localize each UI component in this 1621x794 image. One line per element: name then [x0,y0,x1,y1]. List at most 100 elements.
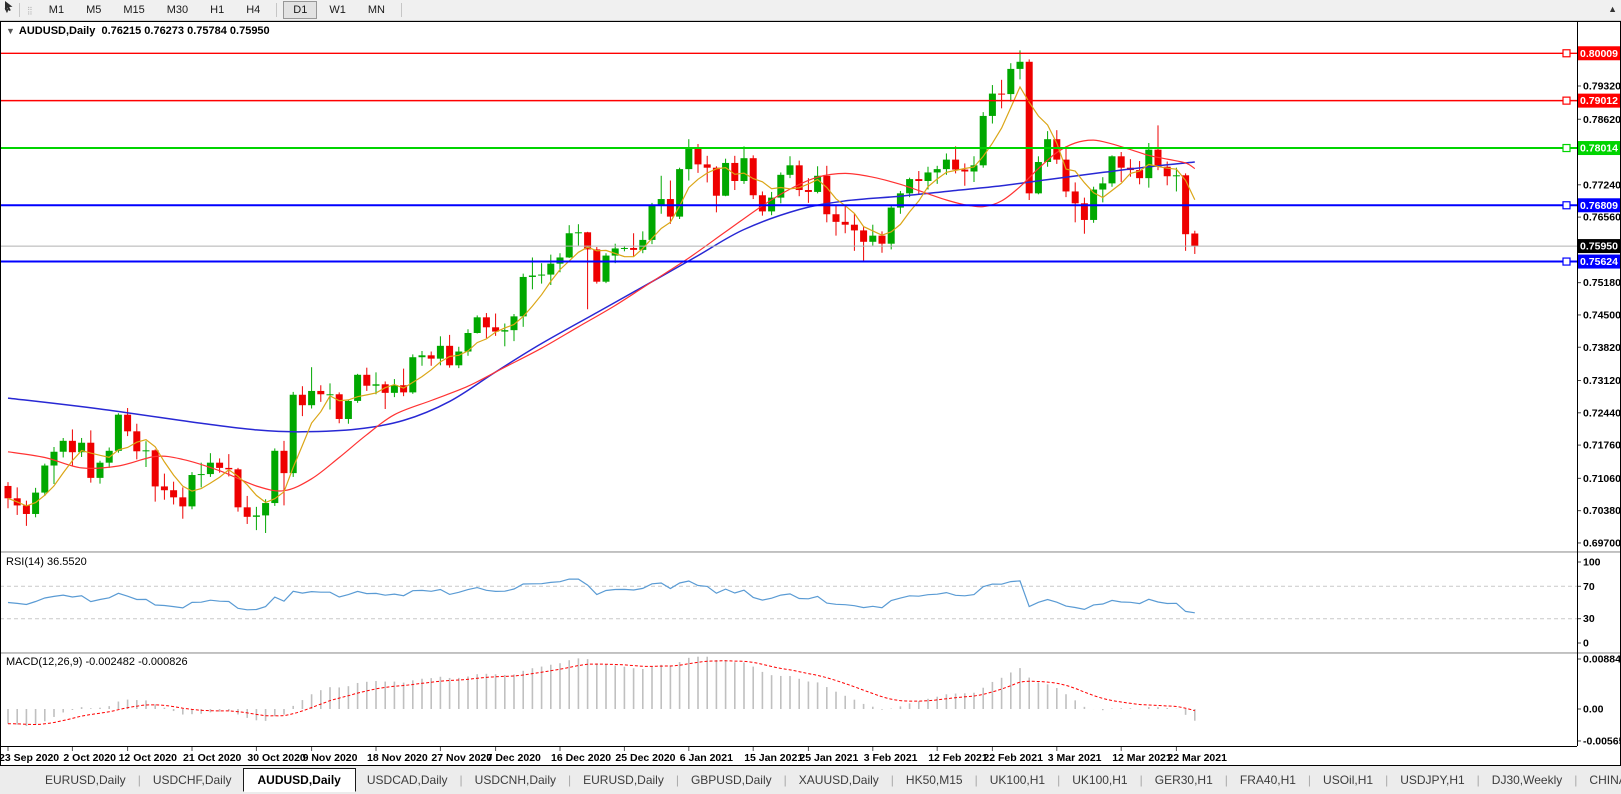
time-axis-label: 7 Dec 2020 [487,752,541,764]
collapse-chart-icon[interactable]: ▼ [6,26,15,36]
candle-body [758,195,766,212]
candle-body [409,357,417,393]
price-level-tag: 0.76809 [1577,198,1621,213]
candle-body [124,414,132,432]
line-anchor-handle[interactable] [1562,49,1571,58]
candle-body [538,274,546,276]
tab-separator: | [675,773,679,787]
macd-axis-label: 0.00884 [1583,654,1621,666]
rsi-indicator-label: RSI(14) 36.5520 [6,556,87,568]
price-level-tag: 0.75624 [1577,254,1621,269]
time-axis-label: 23 Sep 2020 [0,752,59,764]
candle-body [1099,183,1107,190]
tab-separator: | [459,773,463,787]
timeframe-button-mn[interactable]: MN [358,1,395,19]
chart-canvas[interactable]: 0.793200.786200.779400.772400.765600.758… [0,0,1621,794]
candle-body [510,316,518,331]
tab-uk100-h1[interactable]: UK100,H1 [1061,769,1138,791]
tab-hk50-m15[interactable]: HK50,M15 [895,769,974,791]
timeframe-button-m15[interactable]: M15 [113,1,154,19]
timeframe-button-m30[interactable]: M30 [157,1,198,19]
tab-ger30-h1[interactable]: GER30,H1 [1144,769,1224,791]
chart-tabbar: EURUSD,Daily | USDCHF,Daily AUDUSD,Daily USD… [0,766,1621,794]
timeframe-button-d1[interactable]: D1 [283,1,318,19]
time-axis-label: 12 Oct 2020 [119,752,178,764]
candle-body [593,249,601,282]
tab-china300-h1[interactable]: CHINA300,H1 [1578,769,1621,791]
candle-body [363,374,371,386]
time-axis-label: 22 Mar 2021 [1167,752,1227,764]
candle-body [96,462,104,478]
candle-body [988,93,996,116]
tab-separator: | [137,773,141,787]
tab-eurusd-daily[interactable]: EURUSD,Daily [34,769,137,791]
candle-body [252,515,260,517]
line-anchor-handle[interactable] [1562,143,1571,153]
toolbar-overflow-icon[interactable]: ▲ [1608,4,1617,14]
tab-fra40-h1[interactable]: FRA40,H1 [1229,769,1307,791]
timeframe-button-m1[interactable]: M1 [39,1,74,19]
toolbar-separator [400,3,402,17]
tab-xauusd-daily[interactable]: XAUUSD,Daily [788,769,890,791]
price-axis-tick-label: 0.75180 [1583,277,1621,289]
candle-body [850,224,858,231]
chart-title: ▼ AUDUSD,Daily 0.76215 0.76273 0.75784 0.… [6,25,270,37]
tab-gbpusd-daily[interactable]: GBPUSD,Daily [680,769,783,791]
timeframe-button-m5[interactable]: M5 [76,1,111,19]
macd-axis-label: 0.00 [1583,704,1604,716]
tab-separator: | [974,773,978,787]
tab-uk100-h1[interactable]: UK100,H1 [979,769,1056,791]
tab-audusd-daily[interactable]: AUDUSD,Daily [242,768,356,792]
candle-body [1025,61,1033,194]
timeframe-button-h4[interactable]: H4 [236,1,270,19]
tab-usdcnh-daily[interactable]: USDCNH,Daily [464,769,567,791]
candle-body [887,207,895,244]
price-axis-tick-label: 0.78620 [1583,114,1621,126]
candle-body [372,384,380,386]
tab-usdjpy-h1[interactable]: USDJPY,H1 [1389,769,1475,791]
price-level-tag-text: 0.75624 [1580,256,1618,268]
candle-body [473,317,481,333]
tab-dj30-weekly[interactable]: DJ30,Weekly [1481,769,1573,791]
tab-usdchf-daily[interactable]: USDCHF,Daily [142,769,243,791]
candle-body [262,503,270,516]
price-level-tag-text: 0.76809 [1580,200,1618,212]
rsi-axis-label: 30 [1583,613,1595,625]
candle-body [170,490,178,498]
candle-body [142,450,150,452]
candle-body [942,159,950,170]
candle-body [326,394,334,396]
tab-separator: | [1574,773,1578,787]
candle-body [418,355,426,358]
candle-body [179,497,187,507]
toolbar-separator [276,3,278,17]
time-axis-label: 12 Mar 2021 [1112,752,1172,764]
time-axis-label: 30 Oct 2020 [247,752,306,764]
tab-separator: | [1307,773,1312,787]
tab-usdcad-daily[interactable]: USDCAD,Daily [356,769,459,791]
candle-body [574,232,582,234]
timeframe-button-h1[interactable]: H1 [200,1,234,19]
line-anchor-handle[interactable] [1562,201,1571,210]
candle-body [436,345,444,359]
candle-body [648,205,656,240]
price-axis-tick-label: 0.70380 [1583,505,1621,517]
price-axis-tick-label: 0.74500 [1583,309,1621,321]
tab-usoil-h1[interactable]: USOil,H1 [1312,769,1384,791]
candle-body [114,414,122,451]
line-anchor-handle[interactable] [1562,257,1571,266]
toolbar-drag-handle[interactable]: ⣿ [27,6,34,15]
current-price-tag-text: 0.75950 [1580,241,1618,253]
candle-body [308,390,316,406]
timeframe-button-w1[interactable]: W1 [319,1,356,19]
candle-body [630,247,638,250]
candle-body [1016,61,1024,69]
mt4-application-window: { "toolbar": { "dropdown_icon": "caret-d… [0,0,1621,794]
tab-eurusd-daily[interactable]: EURUSD,Daily [572,769,675,791]
candle-body [68,440,76,453]
candle-body [860,230,868,242]
line-anchor-handle[interactable] [1562,96,1571,105]
candle-body [832,214,840,222]
cursor-tool-icon[interactable] [3,0,16,13]
candle-body [869,235,877,242]
